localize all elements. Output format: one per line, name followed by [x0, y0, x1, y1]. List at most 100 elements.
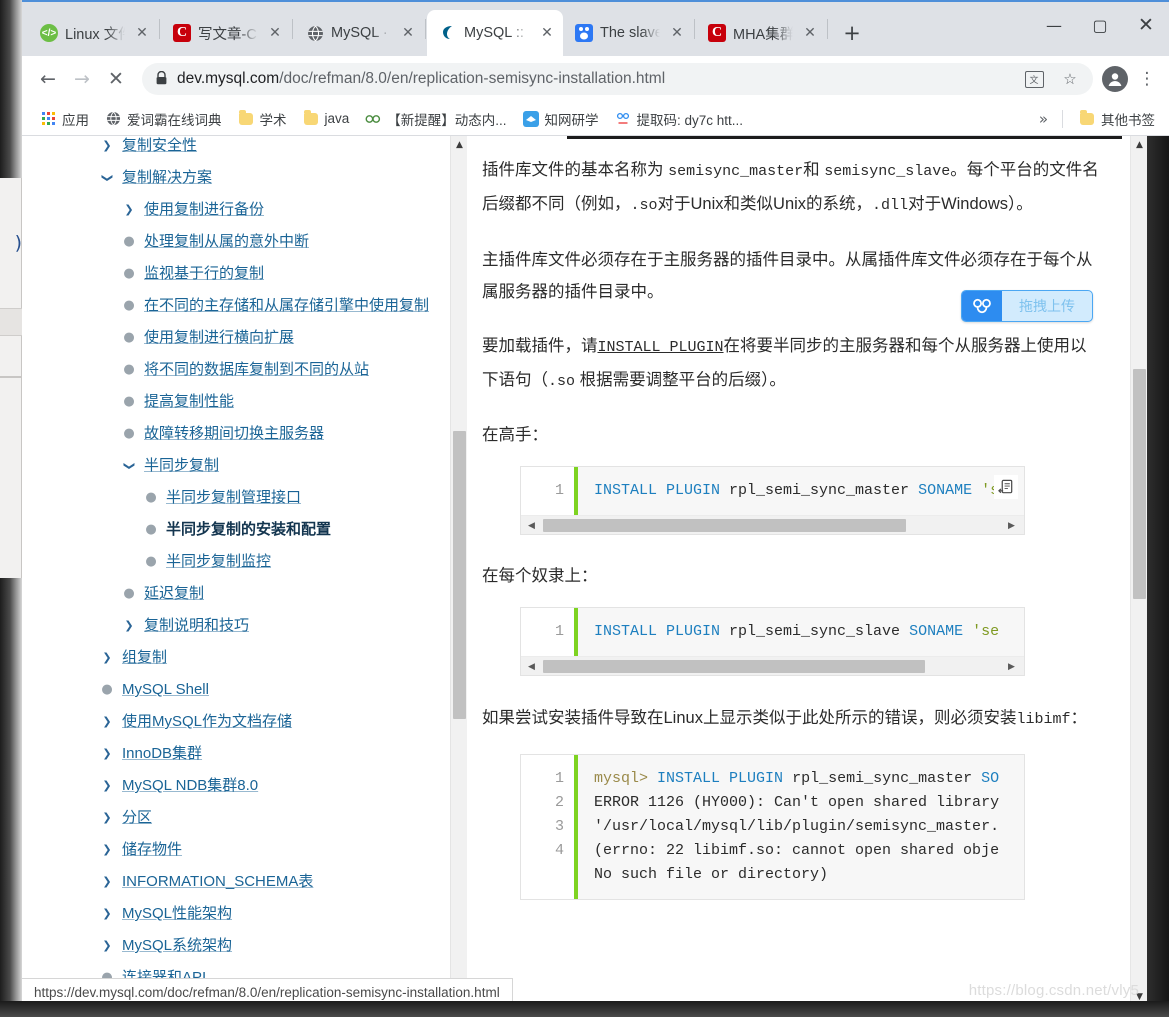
sidebar-item-15[interactable]: ❯ 复制说明和技巧	[44, 610, 444, 642]
sidebar-item-4[interactable]: ● 监视基于行的复制	[44, 258, 444, 290]
page-scrollbar-thumb[interactable]	[1133, 369, 1146, 599]
sidebar-item-14[interactable]: ● 延迟复制	[44, 578, 444, 610]
sidebar-item-9[interactable]: ● 故障转移期间切换主服务器	[44, 418, 444, 450]
chevron-right-icon[interactable]: ❯	[100, 903, 114, 925]
baidu-drag-upload-widget[interactable]: 拖拽上传	[961, 290, 1093, 322]
sidebar-item-8[interactable]: ● 提高复制性能	[44, 386, 444, 418]
chrome-menu-button[interactable]: ⋮	[1133, 63, 1161, 95]
sidebar-item-21[interactable]: ❯ 分区	[44, 802, 444, 834]
sidebar-item-3[interactable]: ● 处理复制从属的意外中断	[44, 226, 444, 258]
browser-tab-1[interactable]: C 写文章-CSDN ✕	[161, 10, 291, 56]
tab-close-icon[interactable]: ✕	[800, 23, 820, 43]
back-button[interactable]: ←	[32, 63, 64, 95]
chevron-right-icon[interactable]: ❯	[100, 743, 114, 765]
sidebar-item-0[interactable]: ❯ 复制安全性	[44, 136, 444, 162]
tab-close-icon[interactable]: ✕	[398, 23, 418, 43]
bullet-icon: ●	[123, 394, 135, 409]
scroll-right-arrow-icon[interactable]: ▶	[1003, 657, 1020, 675]
profile-button[interactable]	[1099, 63, 1131, 95]
address-bar[interactable]: dev.mysql.com/doc/refman/8.0/en/replicat…	[142, 63, 1093, 95]
sidebar-item-6[interactable]: ● 使用复制进行横向扩展	[44, 322, 444, 354]
bookmarks-overflow-button[interactable]: »	[1033, 110, 1054, 128]
sidebar-item-5[interactable]: ● 在不同的主存储和从属存储引擎中使用复制	[44, 290, 444, 322]
tab-close-icon[interactable]: ✕	[667, 23, 687, 43]
browser-tab-3-active[interactable]: MySQL :: ✕	[427, 10, 563, 56]
chevron-right-icon[interactable]: ❯	[122, 615, 136, 637]
bookmark-baidu-pan-code[interactable]: 提取码: dy7c htt...	[607, 106, 752, 132]
bookmark-dynamic-notice[interactable]: 【新提醒】动态内...	[357, 106, 514, 132]
code-horizontal-scrollbar[interactable]: ◀ ▶	[521, 656, 1024, 675]
browser-tab-0[interactable]: </> Linux 文件 ✕	[28, 10, 158, 56]
new-tab-button[interactable]: +	[837, 18, 867, 48]
chevron-right-icon[interactable]: ❯	[100, 935, 114, 957]
chevron-down-icon[interactable]: ❯	[96, 171, 118, 185]
chevron-right-icon[interactable]: ❯	[100, 136, 114, 157]
sidebar-item-16[interactable]: ❯ 组复制	[44, 642, 444, 674]
url-host: dev.mysql.com	[177, 70, 280, 87]
scroll-left-arrow-icon[interactable]: ◀	[523, 657, 540, 675]
bookmarks-divider	[1062, 109, 1063, 128]
sidebar-item-25[interactable]: ❯ MySQL系统架构	[44, 930, 444, 962]
chevron-right-icon[interactable]: ❯	[100, 839, 114, 861]
sidebar-item-20[interactable]: ❯ MySQL NDB集群8.0	[44, 770, 444, 802]
sidebar-item-17[interactable]: ● MySQL Shell	[44, 674, 444, 706]
bookmark-cnki[interactable]: 知网研学	[515, 106, 607, 132]
install-plugin-link[interactable]: INSTALL PLUGIN	[598, 339, 724, 356]
page-scrollbar[interactable]: ▲ ▼	[1130, 136, 1147, 1001]
sidebar-item-10[interactable]: ❯ 半同步复制	[44, 450, 444, 482]
code-text[interactable]: mysql> INSTALL PLUGIN rpl_semi_sync_mast…	[578, 755, 1024, 899]
browser-tab-2[interactable]: MySQL · ✕	[294, 10, 424, 56]
sidebar-item-22[interactable]: ❯ 储存物件	[44, 834, 444, 866]
sidebar-item-24[interactable]: ❯ MySQL性能架构	[44, 898, 444, 930]
sidebar-item-2[interactable]: ❯ 使用复制进行备份	[44, 194, 444, 226]
browser-tab-4[interactable]: The slave ✕	[563, 10, 693, 56]
scroll-up-arrow-icon[interactable]: ▲	[451, 136, 468, 153]
translate-icon[interactable]: 文	[1021, 66, 1047, 92]
code-text[interactable]: INSTALL PLUGIN rpl_semi_sync_slave SONAM…	[578, 608, 1024, 656]
maximize-button[interactable]: ▢	[1077, 2, 1123, 48]
sidebar-item-11[interactable]: ● 半同步复制管理接口	[44, 482, 444, 514]
bookmark-other-folder[interactable]: 其他书签	[1071, 106, 1163, 132]
chevron-right-icon[interactable]: ❯	[100, 871, 114, 893]
text-frag: 对于Unix和类似Unix的系统，	[657, 195, 873, 213]
forward-button[interactable]: →	[66, 63, 98, 95]
copy-icon[interactable]	[994, 475, 1018, 499]
minimize-button[interactable]: —	[1031, 2, 1077, 48]
tab-close-icon[interactable]: ✕	[265, 23, 285, 43]
close-window-button[interactable]: ✕	[1123, 2, 1169, 48]
code-scrollbar-thumb[interactable]	[543, 519, 906, 532]
sidebar-item-7[interactable]: ● 将不同的数据库复制到不同的从站	[44, 354, 444, 386]
bookmark-iciba[interactable]: 爱词霸在线词典	[97, 106, 230, 132]
sidebar-item-label: MySQL性能架构	[122, 905, 233, 922]
tab-close-icon[interactable]: ✕	[132, 23, 152, 43]
sidebar-item-19[interactable]: ❯ InnoDB集群	[44, 738, 444, 770]
sidebar-item-1[interactable]: ❯ 复制解决方案	[44, 162, 444, 194]
sidebar-item-12[interactable]: ● 半同步复制的安装和配置	[44, 514, 444, 546]
bookmark-folder-academic[interactable]: 学术	[230, 106, 295, 132]
chevron-right-icon[interactable]: ❯	[100, 711, 114, 733]
scroll-right-arrow-icon[interactable]: ▶	[1003, 516, 1020, 534]
sidebar-item-13[interactable]: ● 半同步复制监控	[44, 546, 444, 578]
chevron-right-icon[interactable]: ❯	[100, 807, 114, 829]
code-horizontal-scrollbar[interactable]: ◀ ▶	[521, 515, 1024, 534]
bookmark-folder-java[interactable]: java	[295, 108, 358, 130]
bookmark-star-icon[interactable]: ☆	[1057, 66, 1083, 92]
sidebar-scrollbar[interactable]: ▲	[450, 136, 467, 1001]
browser-tab-5[interactable]: C MHA集群 ✕	[696, 10, 826, 56]
scroll-left-arrow-icon[interactable]: ◀	[523, 516, 540, 534]
code-text[interactable]: INSTALL PLUGIN rpl_semi_sync_master SONA…	[578, 467, 1024, 515]
sidebar-item-23[interactable]: ❯ INFORMATION_SCHEMA表	[44, 866, 444, 898]
stop-loading-button[interactable]: ✕	[100, 63, 132, 95]
page-viewport: ❯ 复制安全性 ❯ 复制解决方案 ❯ 使用复制进行备份 ● 处理复制从属的意外中断 ● 监视基于行…	[22, 136, 1169, 1001]
sidebar-scrollbar-thumb[interactable]	[453, 431, 466, 719]
sidebar-item-18[interactable]: ❯ 使用MySQL作为文档存储	[44, 706, 444, 738]
chevron-down-icon[interactable]: ❯	[118, 459, 140, 473]
browser-window: </> Linux 文件 ✕ C 写文章-CSDN ✕ MySQL · ✕	[22, 0, 1169, 1001]
chevron-right-icon[interactable]: ❯	[100, 647, 114, 669]
tab-close-icon[interactable]: ✕	[537, 23, 557, 43]
scroll-up-arrow-icon[interactable]: ▲	[1131, 136, 1148, 153]
chevron-right-icon[interactable]: ❯	[122, 199, 136, 221]
bookmark-apps[interactable]: 应用	[32, 106, 97, 132]
chevron-right-icon[interactable]: ❯	[100, 775, 114, 797]
code-scrollbar-thumb[interactable]	[543, 660, 925, 673]
